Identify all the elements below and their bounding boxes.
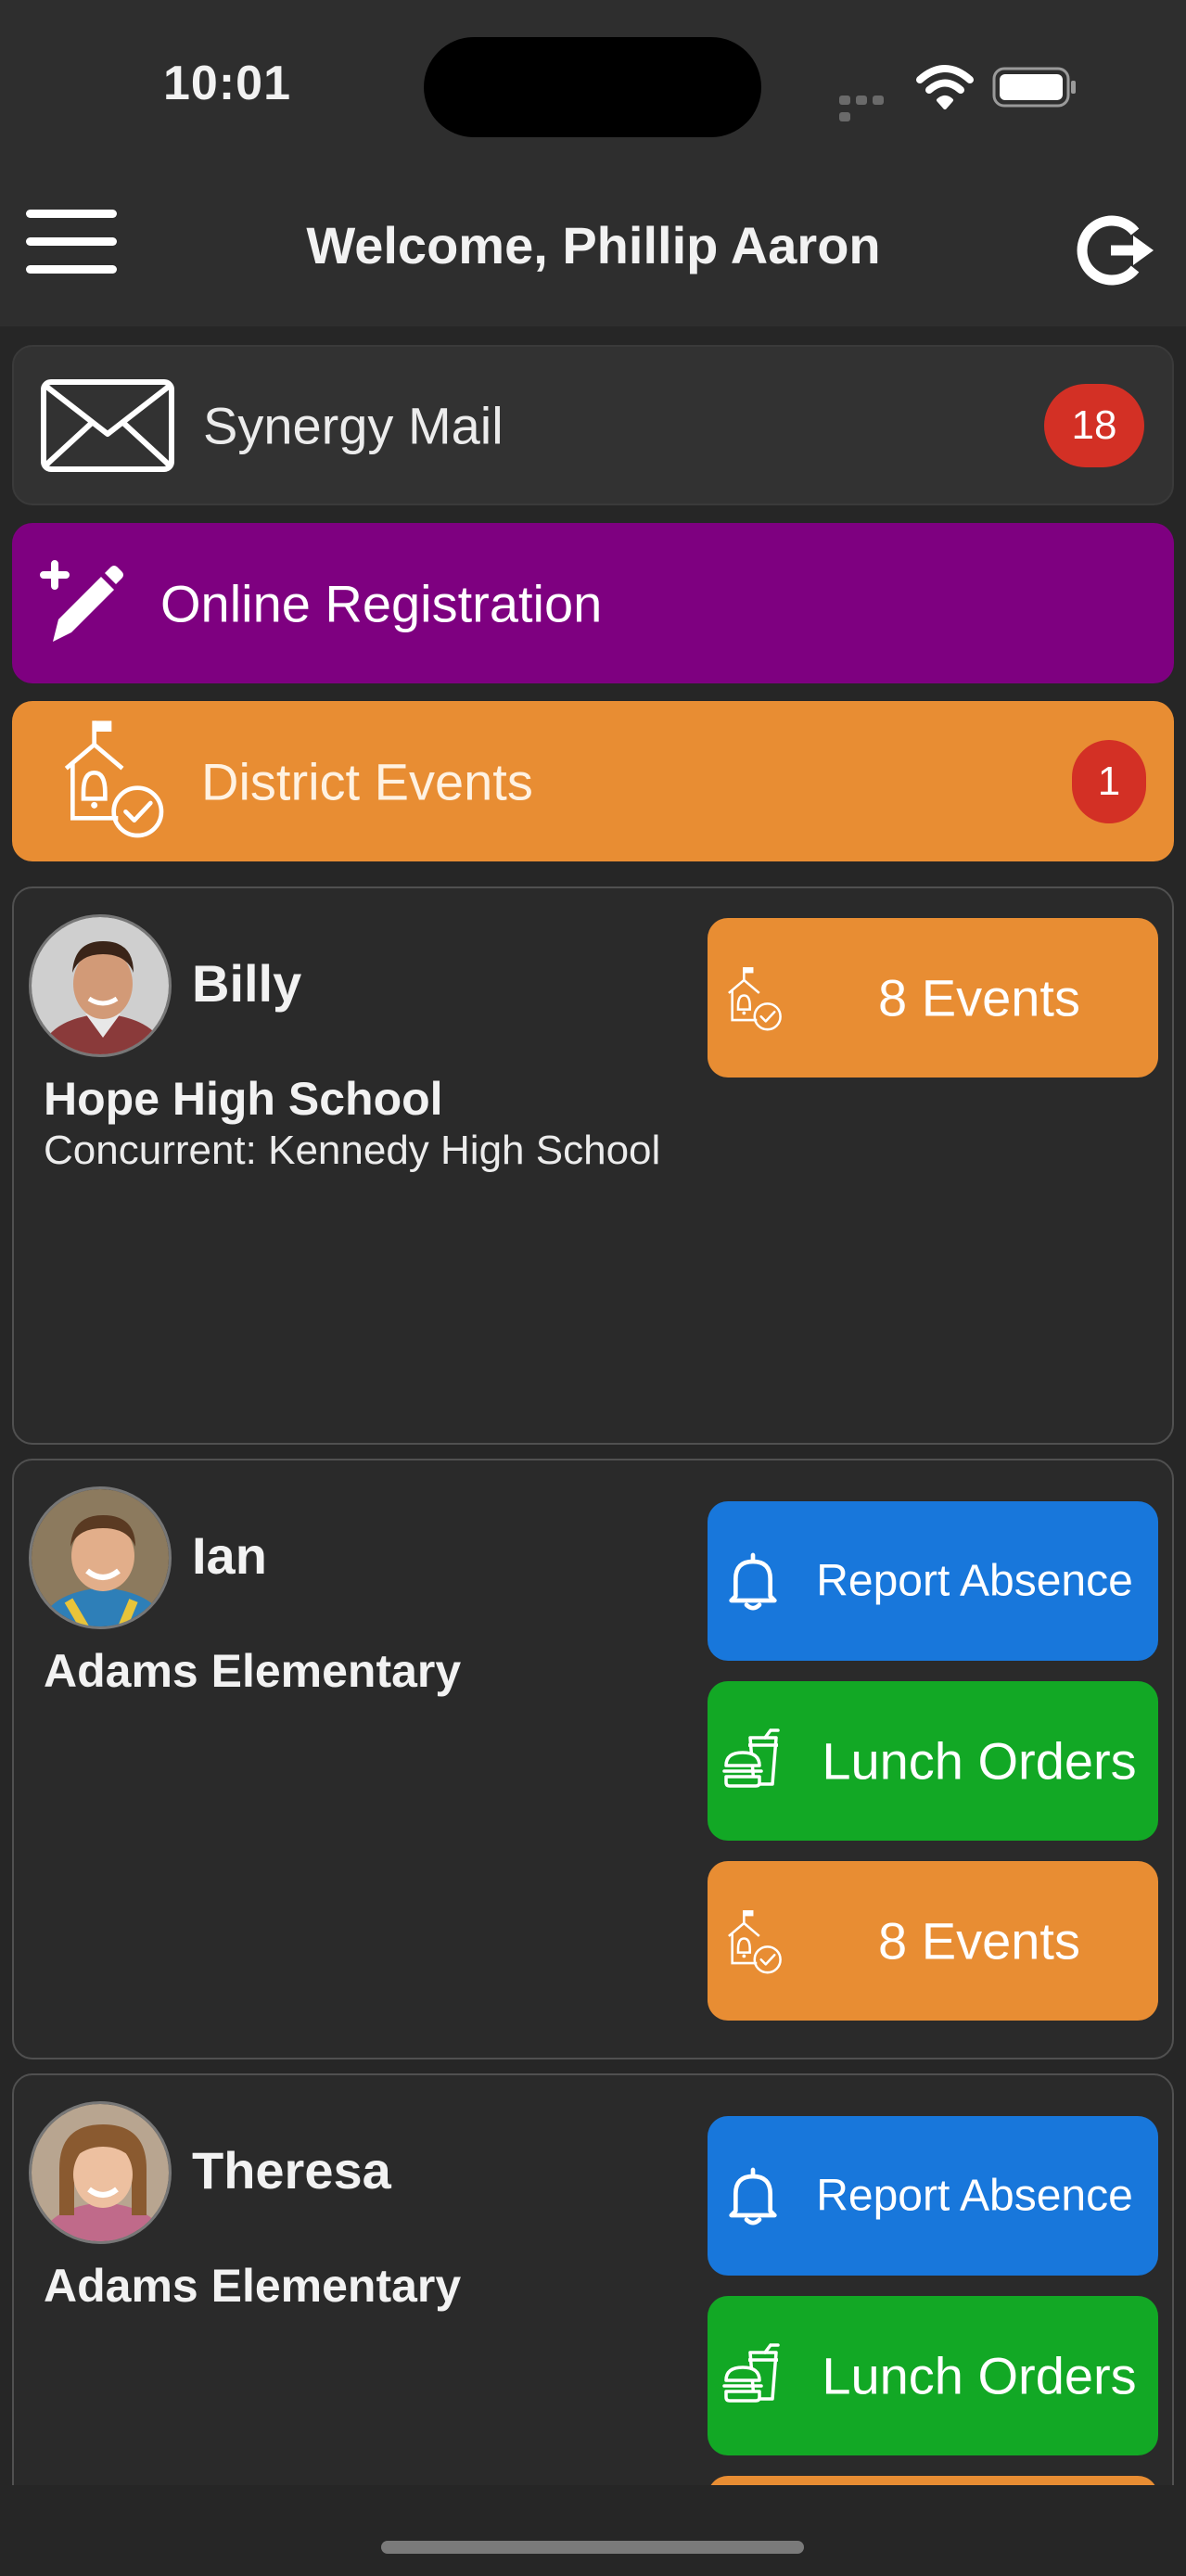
status-time: 10:01: [163, 57, 291, 110]
school-bell-check-icon: [721, 963, 791, 1033]
online-registration-row[interactable]: Online Registration: [12, 523, 1174, 683]
lunch-orders-button[interactable]: Lunch Orders: [708, 1681, 1158, 1841]
home-bar-area: [0, 2485, 1186, 2576]
school-name: Hope High School: [44, 1073, 443, 1125]
bell-icon: [721, 2163, 785, 2228]
school-name: Adams Elementary: [44, 2260, 462, 2312]
online-registration-label: Online Registration: [160, 574, 603, 632]
cellular-signal-icon: [839, 93, 900, 121]
home-indicator[interactable]: [381, 2541, 804, 2554]
report-absence-label: Report Absence: [816, 1556, 1133, 1606]
lunch-icon: [721, 1728, 785, 1793]
battery-icon: [992, 67, 1076, 108]
wifi-icon: [916, 65, 974, 109]
events-button-label: 8 Events: [878, 1911, 1080, 1970]
district-events-row[interactable]: District Events 1: [12, 701, 1174, 861]
lunch-icon: [721, 2343, 785, 2408]
events-button-label: 8 Events: [878, 968, 1080, 1027]
synergy-mail-row[interactable]: Synergy Mail 18: [12, 345, 1174, 505]
page-title: Welcome, Phillip Aaron: [306, 216, 881, 274]
synergy-mail-label: Synergy Mail: [203, 396, 504, 454]
dynamic-island: [424, 37, 761, 137]
lunch-orders-label: Lunch Orders: [822, 1731, 1137, 1791]
concurrent-school: Concurrent: Kennedy High School: [44, 1128, 661, 1173]
school-bell-check-icon: [721, 1906, 791, 1976]
menu-icon[interactable]: [26, 210, 117, 280]
school-bell-check-icon: [51, 712, 181, 842]
school-name: Adams Elementary: [44, 1645, 462, 1697]
mail-icon: [41, 379, 174, 472]
student-name: Theresa: [192, 2141, 391, 2200]
app-screen: 10:01 Welcome, Phillip Aaron Synergy Mai…: [0, 0, 1186, 2576]
avatar: [29, 2101, 172, 2244]
events-count-badge: 1: [1072, 739, 1146, 823]
student-card: Billy Hope High School Concurrent: Kenne…: [12, 886, 1174, 1445]
student-card: Theresa Adams Elementary Report Absence …: [12, 2073, 1174, 2556]
bell-icon: [721, 1549, 785, 1613]
avatar: [29, 1486, 172, 1629]
report-absence-button[interactable]: Report Absence: [708, 1501, 1158, 1661]
lunch-orders-label: Lunch Orders: [822, 2346, 1137, 2405]
mail-count-badge: 18: [1044, 383, 1144, 467]
student-card: Ian Adams Elementary Report Absence Lunc…: [12, 1459, 1174, 2060]
report-absence-label: Report Absence: [816, 2171, 1133, 2221]
report-absence-button[interactable]: Report Absence: [708, 2116, 1158, 2276]
avatar: [29, 914, 172, 1057]
events-button[interactable]: 8 Events: [708, 918, 1158, 1078]
student-name: Billy: [192, 954, 302, 1013]
lunch-orders-button[interactable]: Lunch Orders: [708, 2296, 1158, 2455]
refresh-icon[interactable]: [1074, 211, 1157, 289]
pencil-plus-icon: [40, 560, 123, 642]
events-button[interactable]: 8 Events: [708, 1861, 1158, 2021]
district-events-label: District Events: [201, 752, 533, 810]
student-name: Ian: [192, 1526, 267, 1585]
top-bar: 10:01 Welcome, Phillip Aaron: [0, 0, 1186, 326]
